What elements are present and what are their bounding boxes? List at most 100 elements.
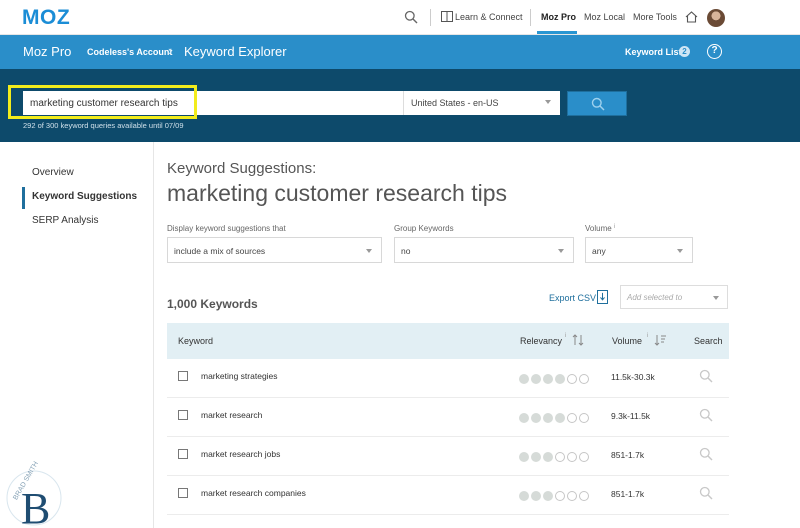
relevancy-dot bbox=[519, 413, 529, 423]
display-filter-value: include a mix of sources bbox=[174, 246, 266, 256]
search-icon[interactable] bbox=[404, 10, 418, 24]
display-filter-select[interactable]: include a mix of sources bbox=[167, 237, 382, 263]
search-icon[interactable] bbox=[699, 486, 713, 500]
relevancy-dot bbox=[519, 452, 529, 462]
group-filter-select[interactable]: no bbox=[394, 237, 574, 263]
relevancy-dot bbox=[579, 452, 589, 462]
relevancy-dot bbox=[531, 452, 541, 462]
relevancy-dot bbox=[579, 413, 589, 423]
moz-logo[interactable]: MOZ bbox=[22, 6, 70, 30]
keyword-lists-link[interactable]: Keyword Lists bbox=[625, 47, 687, 57]
highlight-box bbox=[8, 85, 197, 119]
info-icon[interactable]: i bbox=[614, 224, 615, 230]
relevancy-dot bbox=[543, 413, 553, 423]
relevancy-meter bbox=[519, 488, 591, 501]
relevancy-dot bbox=[519, 491, 529, 501]
relevancy-meter bbox=[519, 410, 591, 423]
account-breadcrumb[interactable]: Codeless's Account bbox=[87, 47, 172, 57]
volume-filter-select[interactable]: any bbox=[585, 237, 693, 263]
relevancy-dot bbox=[543, 452, 553, 462]
relevancy-meter bbox=[519, 449, 591, 462]
row-keyword[interactable]: market research bbox=[201, 410, 262, 420]
chevron-down-icon bbox=[366, 249, 372, 253]
table-row: market research jobs 851-1.7k bbox=[167, 437, 729, 476]
more-tools-link[interactable]: More Tools bbox=[633, 12, 677, 22]
volume-filter-label-text: Volume bbox=[585, 224, 612, 233]
row-volume: 851-1.7k bbox=[611, 450, 645, 460]
relevancy-dot bbox=[555, 413, 565, 423]
relevancy-dot bbox=[543, 374, 553, 384]
col-header-keyword: Keyword bbox=[178, 336, 214, 346]
book-icon bbox=[441, 11, 453, 22]
section-subtitle: Keyword Suggestions: bbox=[167, 160, 317, 177]
avatar[interactable] bbox=[707, 9, 725, 27]
relevancy-dot bbox=[567, 413, 577, 423]
col-header-volume[interactable]: Volume bbox=[612, 336, 642, 346]
row-checkbox[interactable] bbox=[178, 488, 188, 498]
chevron-down-icon bbox=[713, 296, 719, 300]
moz-pro-link[interactable]: Moz Pro bbox=[541, 12, 576, 22]
home-icon[interactable] bbox=[685, 11, 698, 23]
keyword-lists-count-badge: 2 bbox=[679, 46, 690, 57]
row-keyword[interactable]: market research jobs bbox=[201, 449, 280, 459]
nav-divider bbox=[430, 9, 431, 26]
relevancy-dot bbox=[531, 374, 541, 384]
search-icon bbox=[591, 97, 605, 111]
add-selected-placeholder: Add selected to bbox=[627, 293, 683, 302]
active-tab-indicator bbox=[537, 31, 577, 34]
learn-connect-link[interactable]: Learn & Connect bbox=[455, 12, 523, 22]
sort-icon[interactable] bbox=[571, 333, 585, 347]
top-nav: MOZ Learn & Connect Moz Pro Moz Local Mo… bbox=[0, 0, 800, 35]
relevancy-dot bbox=[579, 374, 589, 384]
group-filter-value: no bbox=[401, 246, 411, 256]
export-csv-link[interactable]: Export CSV bbox=[549, 293, 596, 303]
table-header: Keyword Relevancy i Volume i Search bbox=[167, 323, 729, 359]
table-row: market research 9.3k-11.5k bbox=[167, 398, 729, 437]
nav-divider bbox=[530, 9, 531, 26]
relevancy-dot bbox=[567, 491, 577, 501]
sidebar-active-indicator bbox=[22, 187, 25, 209]
search-icon[interactable] bbox=[699, 369, 713, 383]
chevron-down-icon bbox=[558, 249, 564, 253]
relevancy-dot bbox=[567, 452, 577, 462]
relevancy-dot bbox=[531, 413, 541, 423]
group-filter-label: Group Keywords bbox=[394, 224, 454, 233]
download-icon[interactable] bbox=[597, 290, 608, 304]
info-icon[interactable]: i bbox=[565, 333, 566, 339]
moz-local-link[interactable]: Moz Local bbox=[584, 12, 625, 22]
row-volume: 851-1.7k bbox=[611, 489, 645, 499]
relevancy-dot bbox=[579, 491, 589, 501]
sidebar-item-keyword-suggestions[interactable]: Keyword Suggestions bbox=[32, 191, 137, 202]
section-title: marketing customer research tips bbox=[167, 180, 508, 206]
relevancy-dot bbox=[531, 491, 541, 501]
search-icon[interactable] bbox=[699, 447, 713, 461]
sort-descending-icon[interactable] bbox=[653, 333, 667, 347]
row-keyword[interactable]: marketing strategies bbox=[201, 371, 278, 381]
col-header-search: Search bbox=[694, 336, 723, 346]
locale-select[interactable]: United States - en-US bbox=[403, 91, 560, 115]
help-icon[interactable]: ? bbox=[707, 44, 722, 59]
row-keyword[interactable]: market research companies bbox=[201, 488, 306, 498]
app-title[interactable]: Moz Pro bbox=[23, 44, 71, 59]
info-icon[interactable]: i bbox=[647, 333, 648, 339]
search-button[interactable] bbox=[567, 91, 627, 116]
relevancy-dot bbox=[555, 491, 565, 501]
quota-text: 292 of 300 keyword queries available unt… bbox=[23, 121, 184, 130]
sidebar-item-serp-analysis[interactable]: SERP Analysis bbox=[32, 215, 99, 226]
relevancy-meter bbox=[519, 371, 591, 384]
row-checkbox[interactable] bbox=[178, 449, 188, 459]
page-title: Keyword Explorer bbox=[184, 44, 287, 59]
relevancy-dot bbox=[519, 374, 529, 384]
row-checkbox[interactable] bbox=[178, 371, 188, 381]
relevancy-dot bbox=[555, 452, 565, 462]
add-selected-to-select[interactable]: Add selected to bbox=[620, 285, 728, 309]
locale-value: United States - en-US bbox=[411, 98, 499, 108]
search-icon[interactable] bbox=[699, 408, 713, 422]
row-checkbox[interactable] bbox=[178, 410, 188, 420]
watermark-letter: B bbox=[21, 484, 50, 528]
relevancy-dot bbox=[555, 374, 565, 384]
col-header-relevancy[interactable]: Relevancy bbox=[520, 336, 562, 346]
display-filter-label: Display keyword suggestions that bbox=[167, 224, 286, 233]
sidebar-item-overview[interactable]: Overview bbox=[32, 167, 74, 178]
chevron-down-icon bbox=[677, 249, 683, 253]
